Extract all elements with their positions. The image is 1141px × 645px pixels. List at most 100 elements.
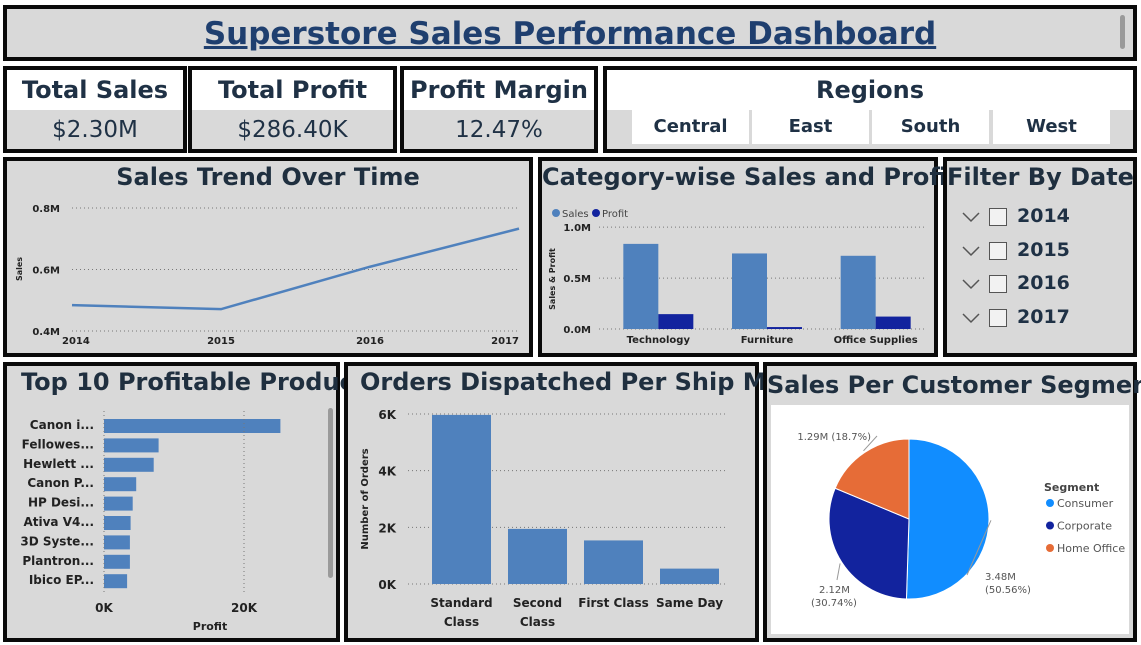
- product-bar: [104, 477, 137, 492]
- legend-marker: [592, 209, 600, 217]
- ship-mode-chart: 0K 2K 4K 6K Number of Orders Standard Class Sec…: [360, 408, 728, 629]
- year-label: 2015: [1017, 238, 1070, 261]
- legend-label: Corporate: [1057, 520, 1112, 533]
- region-button-central[interactable]: Central: [632, 110, 749, 144]
- kpi-total-profit: Total Profit $286.40K: [188, 66, 397, 153]
- kpi-value: $286.40K: [237, 117, 348, 143]
- kpi-value: $2.30M: [52, 117, 138, 143]
- x-tick-label: Furniture: [741, 335, 794, 346]
- x-tick-label: Office Supplies: [834, 335, 918, 346]
- year-label: 2016: [1017, 272, 1070, 294]
- title-banner: Superstore Sales Performance Dashboard: [3, 5, 1137, 61]
- legend-marker: [552, 209, 560, 217]
- y-tick-label: 1.0M: [563, 223, 591, 234]
- x-tick-label: Class: [520, 615, 555, 629]
- category-panel: Category-wise Sales and Profit 0.0M 0.5M 1…: [538, 157, 959, 357]
- y-tick-label: 0.0M: [563, 325, 591, 336]
- kpi-label: Total Sales: [7, 70, 183, 110]
- pie-slice-consumer: [905, 438, 990, 600]
- sales-trend-chart: 0.4M 0.6M 0.8M Sales 2014 2015 2016 2017: [15, 204, 520, 347]
- product-bar: [104, 535, 130, 550]
- bar-profit: [875, 316, 911, 329]
- region-button-east[interactable]: East: [752, 110, 869, 144]
- product-bar: [104, 419, 281, 433]
- product-label: Plantron...: [22, 554, 94, 568]
- filter-title: Filter By Date: [947, 163, 1134, 191]
- product-label: Ibico EP...: [29, 573, 94, 587]
- legend-title: Segment: [1044, 481, 1099, 494]
- y-tick-label: 0.5M: [563, 274, 591, 285]
- product-label: Canon P...: [27, 476, 94, 490]
- product-bar: [104, 496, 133, 511]
- chevron-down-icon[interactable]: [961, 271, 983, 299]
- x-tick-label: Technology: [627, 335, 691, 346]
- x-tick-label: 2017: [491, 336, 519, 347]
- bar-profit: [767, 327, 802, 329]
- chevron-down-icon[interactable]: [961, 204, 983, 232]
- region-button-west[interactable]: West: [993, 110, 1110, 144]
- ship-mode-bar: [508, 528, 567, 584]
- product-bar: [104, 438, 159, 453]
- x-tick-label: 2014: [62, 336, 90, 347]
- x-axis-title: Profit: [193, 620, 227, 633]
- bar-sales: [732, 253, 767, 329]
- bar-sales: [840, 255, 876, 329]
- checkbox[interactable]: [989, 275, 1007, 293]
- ship-mode-bar: [432, 414, 491, 584]
- y-axis-title: Number of Orders: [360, 448, 371, 549]
- checkbox[interactable]: [989, 208, 1007, 226]
- ship-mode-bar: [660, 568, 719, 584]
- checkbox[interactable]: [989, 241, 1007, 260]
- page-title: Superstore Sales Performance Dashboard: [203, 16, 937, 52]
- regions-slicer: Regions Central East South West: [603, 66, 1137, 153]
- kpi-profit-margin: Profit Margin 12.47%: [400, 66, 598, 153]
- y-tick-label: 0K: [378, 578, 396, 592]
- ship-mode-bar: [584, 540, 643, 584]
- kpi-label: Total Profit: [192, 70, 393, 110]
- category-chart: 0.0M 0.5M 1.0M Sales & Profit Sales Profit Tec…: [548, 209, 925, 346]
- sales-trend-panel: Sales Trend Over Time 0.4M 0.6M 0.8M Sales 2…: [3, 157, 533, 357]
- segment-panel: Sales Per Customer Segment 3.48M (50.56%)…: [763, 362, 1141, 642]
- product-label: Ativa V4...: [23, 515, 94, 529]
- y-tick-label: 2K: [378, 521, 396, 535]
- product-bar: [104, 457, 154, 472]
- y-tick-label: 0.6M: [32, 266, 60, 277]
- checkbox[interactable]: [989, 308, 1007, 327]
- x-tick-label: Class: [444, 615, 479, 629]
- top-products-panel: Top 10 Profitable Products Canon i... Fel…: [3, 362, 380, 642]
- y-axis-title: Sales: [15, 257, 24, 281]
- product-label: HP Desi...: [28, 496, 94, 510]
- product-bar: [104, 574, 128, 589]
- product-bar: [104, 554, 130, 569]
- kpi-total-sales: Total Sales $2.30M: [3, 66, 187, 153]
- year-label: 2014: [1017, 205, 1070, 227]
- chevron-down-icon[interactable]: [961, 238, 983, 266]
- y-axis-title: Sales & Profit: [548, 248, 557, 310]
- legend-marker: [1046, 544, 1054, 552]
- x-tick-label: 0K: [95, 601, 113, 615]
- legend-label: Consumer: [1057, 497, 1114, 510]
- product-bar: [104, 516, 131, 530]
- legend-marker: [1046, 521, 1054, 530]
- kpi-value: 12.47%: [455, 117, 543, 143]
- chevron-down-icon[interactable]: [961, 305, 983, 333]
- legend-label: Sales: [562, 209, 589, 220]
- x-tick-label: Standard: [430, 596, 492, 610]
- region-button-south[interactable]: South: [872, 110, 989, 144]
- top-products-chart: Canon i... Fellowes... Hewlett ... Canon P.…: [20, 411, 281, 633]
- x-tick-label: 20K: [231, 601, 258, 615]
- x-tick-label: First Class: [578, 596, 649, 610]
- ship-mode-panel: Orders Dispatched Per Ship Mode 0K 2K 4K 6K…: [344, 362, 817, 642]
- product-label: Canon i...: [30, 418, 94, 432]
- data-label: (50.56%): [985, 585, 1031, 596]
- product-label: Hewlett ...: [23, 457, 94, 471]
- scrollbar[interactable]: [1120, 15, 1125, 49]
- segment-pie-chart: 3.48M (50.56%) 2.12M (30.74%) 1.29M (18.7%) S…: [797, 432, 1125, 609]
- bar-profit: [658, 314, 694, 329]
- kpi-label: Profit Margin: [404, 70, 594, 110]
- data-label: 3.48M: [985, 572, 1016, 583]
- data-label: (30.74%): [811, 598, 857, 609]
- y-tick-label: 0.8M: [32, 204, 60, 215]
- scrollbar[interactable]: [328, 408, 333, 578]
- leader-line: [836, 563, 841, 581]
